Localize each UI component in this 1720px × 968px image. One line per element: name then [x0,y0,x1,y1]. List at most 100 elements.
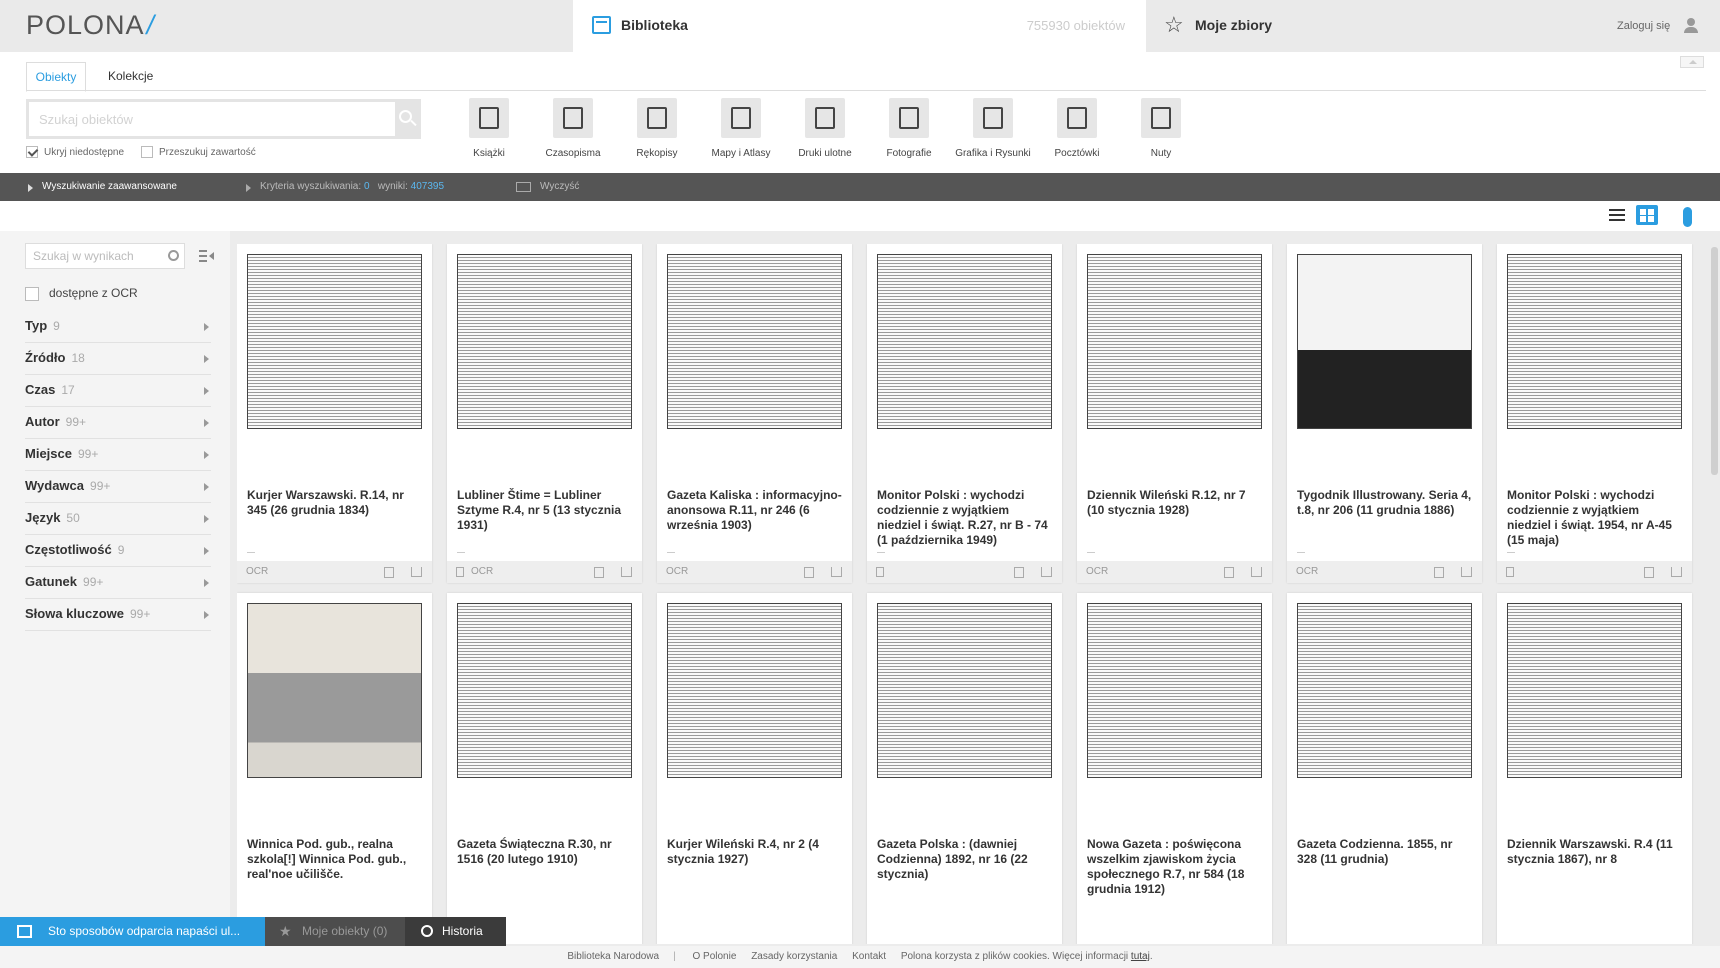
history-tab[interactable]: Historia [405,917,506,946]
category-mapy[interactable]: Mapy i Atlasy [699,98,783,159]
facet-gatunek[interactable]: Gatunek 99+ [25,567,211,599]
result-thumbnail[interactable] [1297,254,1472,429]
category-druki-ulotne[interactable]: Druki ulotne [783,98,867,159]
results-scrollbar[interactable] [1709,244,1720,944]
facet-slowa-kluczowe[interactable]: Słowa kluczowe 99+ [25,599,211,631]
moje-zbiory-link[interactable]: Moje zbiory [1195,17,1272,33]
result-card[interactable]: Gazeta Polska : (dawniej Codzienna) 1892… [867,593,1062,944]
result-card[interactable]: Gazeta Codzienna. 1855, nr 328 (11 grudn… [1287,593,1482,944]
category-ksiazki[interactable]: Książki [447,98,531,159]
download-icon[interactable] [804,567,814,578]
facet-autor[interactable]: Autor 99+ [25,407,211,439]
download-icon[interactable] [1224,567,1234,578]
result-title[interactable]: Gazeta Polska : (dawniej Codzienna) 1892… [877,837,1055,882]
result-title[interactable]: Winnica Pod. gub., realna szkola[!] Winn… [247,837,425,882]
result-title[interactable]: Monitor Polski : wychodzi codziennie z w… [877,488,1055,548]
ocr-filter[interactable]: dostępne z OCR [25,286,138,301]
list-view-icon[interactable] [1608,208,1626,222]
search-content-option[interactable]: Przeszukuj zawartość [141,146,256,159]
user-icon[interactable] [1684,18,1698,33]
result-card[interactable]: Tygodnik Illustrowany. Seria 4, t.8, nr … [1287,244,1482,583]
grid-view-icon[interactable] [1636,205,1658,225]
scrollbar-thumb[interactable] [1711,247,1718,475]
tab-kolekcje[interactable]: Kolekcje [98,62,163,92]
facet-czas[interactable]: Czas 17 [25,375,211,407]
result-thumbnail[interactable] [457,254,632,429]
tab-obiekty[interactable]: Obiekty [26,62,86,92]
result-card[interactable]: Kurjer Warszawski. R.14, nr 345 (26 grud… [237,244,432,583]
download-icon[interactable] [1434,567,1444,578]
result-thumbnail[interactable] [1087,603,1262,778]
category-rekopisy[interactable]: Rękopisy [615,98,699,159]
share-icon[interactable] [1461,567,1472,577]
category-czasopisma[interactable]: Czasopisma [531,98,615,159]
result-thumbnail[interactable] [667,603,842,778]
facet-wydawca[interactable]: Wydawca 99+ [25,471,211,503]
result-card[interactable]: Monitor Polski : wychodzi codziennie z w… [867,244,1062,583]
footer-link-kontakt[interactable]: Kontakt [852,951,886,962]
result-thumbnail[interactable] [877,254,1052,429]
collapse-up-icon[interactable] [1680,56,1704,68]
share-icon[interactable] [1251,567,1262,577]
result-thumbnail[interactable] [1087,254,1262,429]
login-link[interactable]: Zaloguj się [1617,20,1670,32]
hide-unavailable-checkbox[interactable] [26,146,38,159]
result-title[interactable]: Monitor Polski : wychodzi codziennie z w… [1507,488,1685,548]
share-icon[interactable] [1671,567,1682,577]
search-content-checkbox[interactable] [141,146,153,159]
search-icon[interactable] [168,250,179,261]
result-title[interactable]: Lubliner Štime = Lubliner Sztyme R.4, nr… [457,488,635,533]
category-fotografie[interactable]: Fotografie [867,98,951,159]
search-button[interactable] [397,99,421,139]
thumbnail-size-slider[interactable] [1683,207,1692,227]
result-card[interactable]: Monitor Polski : wychodzi codziennie z w… [1497,244,1692,583]
result-card[interactable]: Kurjer Wileński R.4, nr 2 (4 stycznia 19… [657,593,852,944]
clear-button[interactable]: Wyczyść [540,173,579,201]
result-thumbnail[interactable] [667,254,842,429]
share-icon[interactable] [411,567,422,577]
result-title[interactable]: Gazeta Świąteczna R.30, nr 1516 (20 lute… [457,837,635,867]
result-thumbnail[interactable] [247,254,422,429]
share-icon[interactable] [1041,567,1052,577]
star-icon[interactable]: ☆ [1164,14,1184,36]
result-title[interactable]: Dziennik Wileński R.12, nr 7 (10 styczni… [1087,488,1265,518]
result-title[interactable]: Gazeta Codzienna. 1855, nr 328 (11 grudn… [1297,837,1475,867]
result-title[interactable]: Kurjer Wileński R.4, nr 2 (4 stycznia 19… [667,837,845,867]
facet-zrodlo[interactable]: Źródło 18 [25,343,211,375]
download-icon[interactable] [594,567,604,578]
cookie-link[interactable]: tutaj [1131,951,1150,962]
download-icon[interactable] [384,567,394,578]
result-thumbnail[interactable] [1297,603,1472,778]
result-thumbnail[interactable] [247,603,422,778]
advanced-search-toggle[interactable]: Wyszukiwanie zaawansowane [42,173,177,201]
result-card[interactable]: Dziennik Wileński R.12, nr 7 (10 styczni… [1077,244,1272,583]
category-nuty[interactable]: Nuty [1119,98,1203,159]
hide-unavailable-option[interactable]: Ukryj niedostępne [26,146,124,159]
facet-jezyk[interactable]: Język 50 [25,503,211,535]
download-icon[interactable] [1644,567,1654,578]
result-thumbnail[interactable] [1507,254,1682,429]
result-title[interactable]: Kurjer Warszawski. R.14, nr 345 (26 grud… [247,488,425,518]
collapse-sidebar-icon[interactable] [199,250,215,262]
result-title[interactable]: Gazeta Kaliska : informacyjno-anonsowa R… [667,488,845,533]
share-icon[interactable] [831,567,842,577]
result-card[interactable]: Nowa Gazeta : poświęcona wszelkim zjawis… [1077,593,1272,944]
footer-link-biblioteka[interactable]: Biblioteka Narodowa [567,951,659,962]
facet-miejsce[interactable]: Miejsce 99+ [25,439,211,471]
polona-logo[interactable]: POLONA/ [26,10,155,41]
criteria-summary[interactable]: Kryteria wyszukiwania: 0 wyniki: 407395 [260,173,444,201]
clear-icon[interactable] [516,182,531,192]
result-thumbnail[interactable] [1507,603,1682,778]
result-title[interactable]: Dziennik Warszawski. R.4 (11 stycznia 18… [1507,837,1685,867]
result-card[interactable]: Gazeta Świąteczna R.30, nr 1516 (20 lute… [447,593,642,944]
recent-item-tab[interactable]: Sto sposobów odparcia napaści ul... [0,917,265,946]
results-search-input[interactable]: Szukaj w wynikach [25,243,185,269]
result-card[interactable]: Gazeta Kaliska : informacyjno-anonsowa R… [657,244,852,583]
result-card[interactable]: Winnica Pod. gub., realna szkola[!] Winn… [237,593,432,944]
result-title[interactable]: Tygodnik Illustrowany. Seria 4, t.8, nr … [1297,488,1475,518]
download-icon[interactable] [1014,567,1024,578]
facet-typ[interactable]: Typ 9 [25,311,211,343]
result-card[interactable]: Lubliner Štime = Lubliner Sztyme R.4, nr… [447,244,642,583]
category-grafika[interactable]: Grafika i Rysunki [951,98,1035,159]
category-pocztowki[interactable]: Pocztówki [1035,98,1119,159]
